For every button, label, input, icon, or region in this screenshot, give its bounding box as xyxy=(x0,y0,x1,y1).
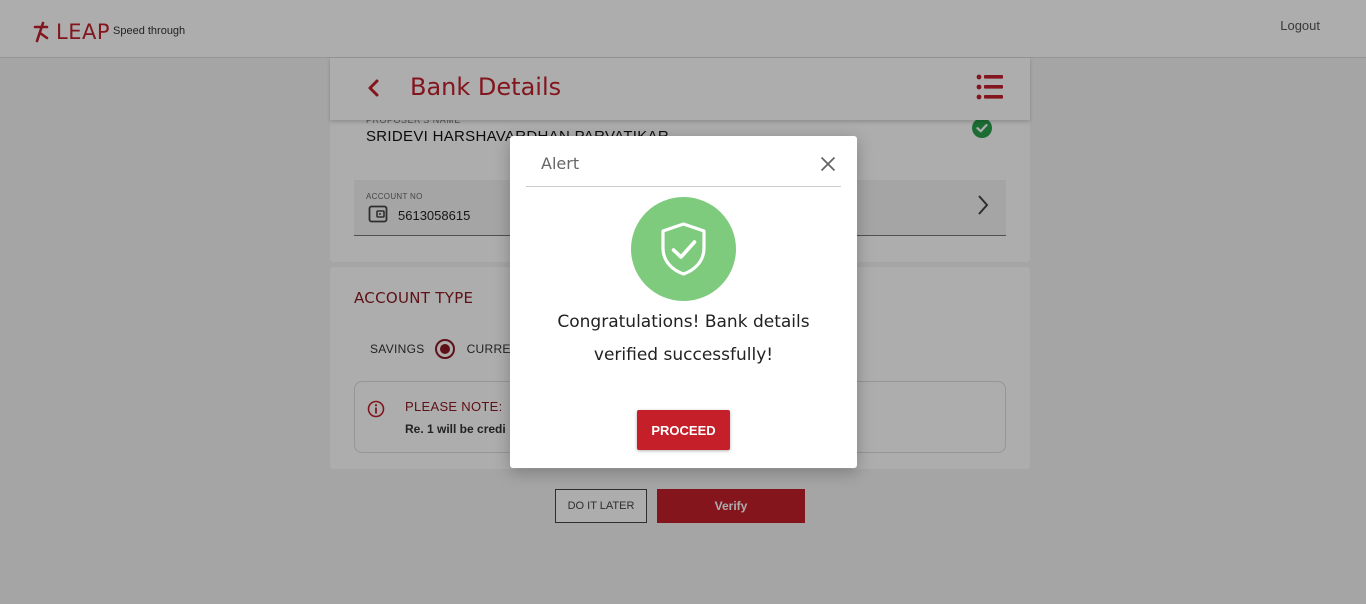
proceed-button[interactable]: PROCEED xyxy=(637,410,730,450)
modal-message: Congratulations! Bank details verified s… xyxy=(530,306,837,372)
modal-title: Alert xyxy=(541,154,580,173)
alert-modal: Alert Congratulations! Bank details veri… xyxy=(510,136,857,468)
shield-check-icon xyxy=(661,222,706,276)
close-icon[interactable] xyxy=(820,156,836,172)
modal-message-line-1: Congratulations! Bank details xyxy=(557,312,810,332)
modal-divider xyxy=(526,186,841,187)
modal-message-line-2: verified successfully! xyxy=(593,345,774,365)
success-badge xyxy=(631,197,736,301)
